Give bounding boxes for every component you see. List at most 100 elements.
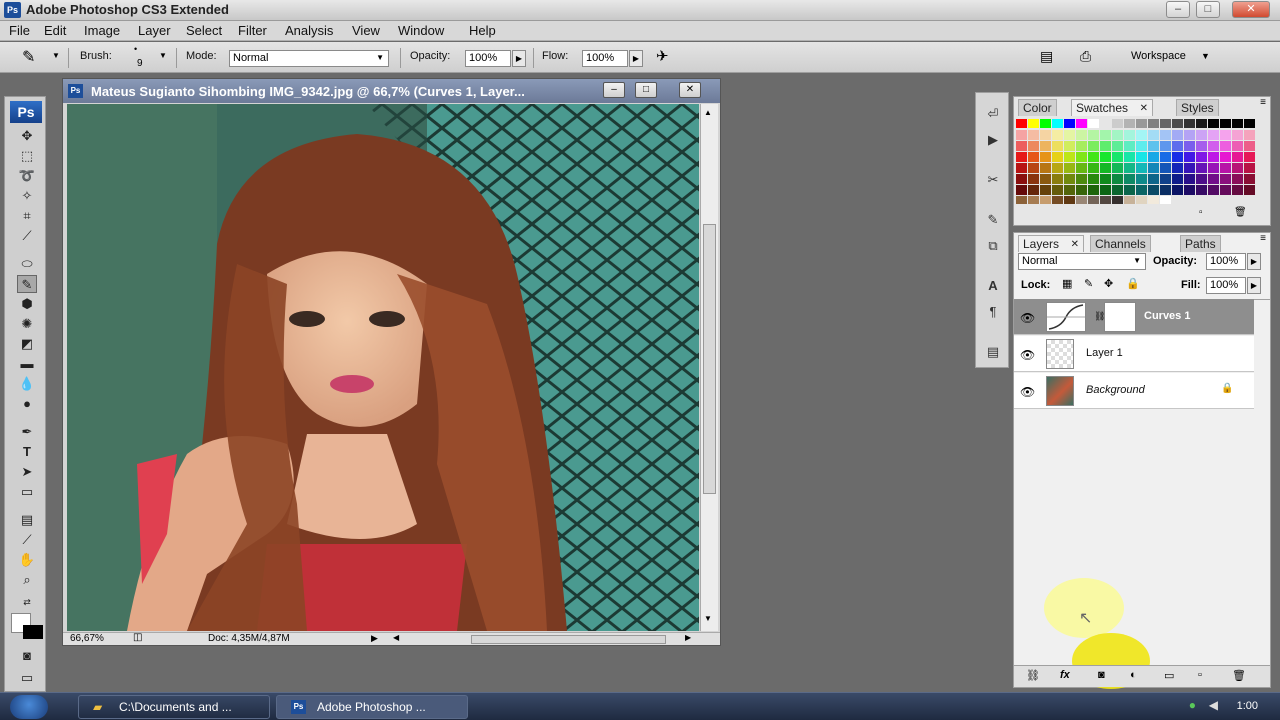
clock[interactable]: 1:00 — [1237, 700, 1258, 712]
opacity-slider-button[interactable]: ▶ — [512, 50, 526, 67]
close-icon[interactable]: ✕ — [1071, 236, 1079, 253]
crop-tool-icon[interactable]: ⌗ — [17, 207, 37, 225]
chevron-down-icon[interactable]: ▼ — [52, 51, 60, 60]
actions-icon[interactable]: ▶ — [981, 129, 1005, 151]
menu-layer[interactable]: Layer — [138, 23, 171, 38]
new-group-icon[interactable]: ▭ — [1164, 669, 1174, 682]
fill-slider-button[interactable]: ▶ — [1247, 277, 1261, 294]
horizontal-scroll-thumb[interactable] — [471, 635, 666, 644]
brushes-icon[interactable]: ✎ — [981, 209, 1005, 231]
maximize-button[interactable]: □ — [1196, 1, 1220, 18]
flow-slider-button[interactable]: ▶ — [629, 50, 643, 67]
path-selection-tool-icon[interactable]: ➤ — [17, 463, 37, 481]
lasso-tool-icon[interactable]: ➰ — [17, 167, 37, 185]
brush-tool-icon[interactable]: ✎ — [22, 47, 35, 67]
doc-close-button[interactable]: ✕ — [679, 82, 701, 98]
clone-stamp-tool-icon[interactable]: ⬢ — [17, 295, 37, 313]
bridge-icon[interactable]: ⎙ — [1080, 48, 1091, 65]
doc-maximize-button[interactable]: □ — [635, 82, 657, 98]
hand-tool-icon[interactable]: ✋ — [17, 551, 37, 569]
history-brush-tool-icon[interactable]: ✺ — [17, 315, 37, 333]
swap-colors-icon[interactable]: ⇄ — [17, 593, 37, 611]
lock-position-icon[interactable]: ✥ — [1104, 277, 1113, 290]
scroll-down-arrow-icon[interactable]: ▼ — [704, 614, 712, 623]
doc-minimize-button[interactable]: – — [603, 82, 625, 98]
tab-swatches[interactable]: Swatches ✕ — [1071, 99, 1153, 116]
tab-styles[interactable]: Styles — [1176, 99, 1219, 116]
shape-tool-icon[interactable]: ▭ — [17, 483, 37, 501]
layer-row-layer1[interactable]: 👁 Layer 1 — [1014, 336, 1254, 372]
close-icon[interactable]: ✕ — [1140, 100, 1148, 117]
start-button[interactable] — [10, 695, 48, 719]
visibility-eye-icon[interactable]: 👁 — [1020, 385, 1036, 399]
link-layers-icon[interactable]: ⛓ — [1026, 669, 1040, 682]
menu-view[interactable]: View — [352, 23, 380, 38]
taskbar-item-photoshop[interactable]: Ps Adobe Photoshop ... — [276, 695, 468, 719]
history-icon[interactable]: ⏎ — [981, 103, 1005, 125]
menu-select[interactable]: Select — [186, 23, 222, 38]
lock-all-icon[interactable]: 🔒 — [1126, 277, 1140, 290]
menu-analysis[interactable]: Analysis — [285, 23, 333, 38]
brush-tool-icon[interactable]: ✎ — [17, 275, 37, 293]
minimize-button[interactable]: – — [1166, 1, 1190, 18]
menu-edit[interactable]: Edit — [44, 23, 66, 38]
quick-mask-icon[interactable]: ◙ — [17, 647, 37, 665]
clone-source-icon[interactable]: ⧉ — [981, 235, 1005, 257]
tab-layers[interactable]: Layers ✕ — [1018, 235, 1084, 252]
zoom-level[interactable]: 66,67% — [70, 633, 104, 644]
trash-icon[interactable]: 🗑 — [1232, 669, 1246, 682]
character-icon[interactable]: A — [981, 275, 1005, 297]
taskbar-item-explorer[interactable]: ▰ C:\Documents and ... — [78, 695, 270, 719]
tab-paths[interactable]: Paths — [1180, 235, 1221, 252]
scroll-right-arrow-icon[interactable]: ▶ — [685, 633, 691, 642]
status-info-icon[interactable]: ◫ — [133, 632, 142, 643]
menu-file[interactable]: File — [9, 23, 30, 38]
flow-input[interactable]: 100% — [582, 50, 628, 67]
layer-opacity-input[interactable]: 100% — [1206, 253, 1246, 270]
notes-tool-icon[interactable]: ▤ — [17, 511, 37, 529]
network-icon[interactable]: ● — [1189, 698, 1196, 712]
eyedropper-slice-icon[interactable]: ⟋ — [17, 227, 37, 245]
layer-comps-icon[interactable]: ▤ — [981, 341, 1005, 363]
opacity-input[interactable]: 100% — [465, 50, 511, 67]
lock-image-icon[interactable]: ✎ — [1084, 277, 1093, 290]
menu-window[interactable]: Window — [398, 23, 444, 38]
adjustment-layer-icon[interactable]: ◐ — [1130, 669, 1137, 681]
background-color-swatch[interactable] — [23, 625, 43, 639]
paragraph-icon[interactable]: ¶ — [981, 301, 1005, 323]
screen-mode-icon[interactable]: ▭ — [17, 669, 37, 687]
panel-menu-icon[interactable]: ≡ — [1260, 97, 1266, 108]
tab-channels[interactable]: Channels — [1090, 235, 1151, 252]
layer-opacity-slider-button[interactable]: ▶ — [1247, 253, 1261, 270]
image-canvas[interactable] — [67, 104, 699, 631]
chevron-down-icon[interactable]: ▼ — [1201, 51, 1210, 61]
scroll-thumb[interactable] — [703, 224, 716, 494]
menu-filter[interactable]: Filter — [238, 23, 267, 38]
visibility-eye-icon[interactable]: 👁 — [1020, 311, 1036, 325]
layer-row-curves[interactable]: 👁 ⛓ Curves 1 — [1014, 299, 1254, 335]
blur-tool-icon[interactable]: 💧 — [17, 375, 37, 393]
menu-help[interactable]: Help — [469, 23, 496, 38]
eyedropper-tool-icon[interactable]: ⟋ — [17, 531, 37, 549]
panel-menu-icon[interactable]: ≡ — [1260, 233, 1266, 244]
fx-icon[interactable]: fx — [1060, 669, 1070, 681]
dodge-tool-icon[interactable]: ● — [17, 395, 37, 413]
status-menu-arrow-icon[interactable]: ▶ — [371, 633, 378, 644]
vertical-scrollbar[interactable]: ▲ ▼ — [700, 104, 718, 631]
volume-icon[interactable]: ◀ — [1209, 698, 1218, 712]
trash-icon[interactable]: 🗑 — [1234, 207, 1247, 218]
menu-image[interactable]: Image — [84, 23, 120, 38]
eraser-tool-icon[interactable]: ◩ — [17, 335, 37, 353]
chevron-down-icon[interactable]: ▼ — [159, 51, 167, 60]
visibility-eye-icon[interactable]: 👁 — [1020, 348, 1036, 362]
swatch-grid[interactable] — [1016, 119, 1256, 205]
pen-tool-icon[interactable]: ✒ — [17, 423, 37, 441]
zoom-tool-icon[interactable]: ⌕ — [17, 571, 37, 589]
scroll-left-arrow-icon[interactable]: ◀ — [393, 633, 399, 642]
tab-color[interactable]: Color — [1018, 99, 1057, 116]
new-layer-icon[interactable]: ▫ — [1198, 669, 1202, 681]
layer-row-background[interactable]: 👁 Background 🔒 — [1014, 373, 1254, 409]
airbrush-icon[interactable]: ✈ — [656, 47, 669, 65]
move-tool-icon[interactable]: ✥ — [17, 127, 37, 145]
fill-input[interactable]: 100% — [1206, 277, 1246, 294]
